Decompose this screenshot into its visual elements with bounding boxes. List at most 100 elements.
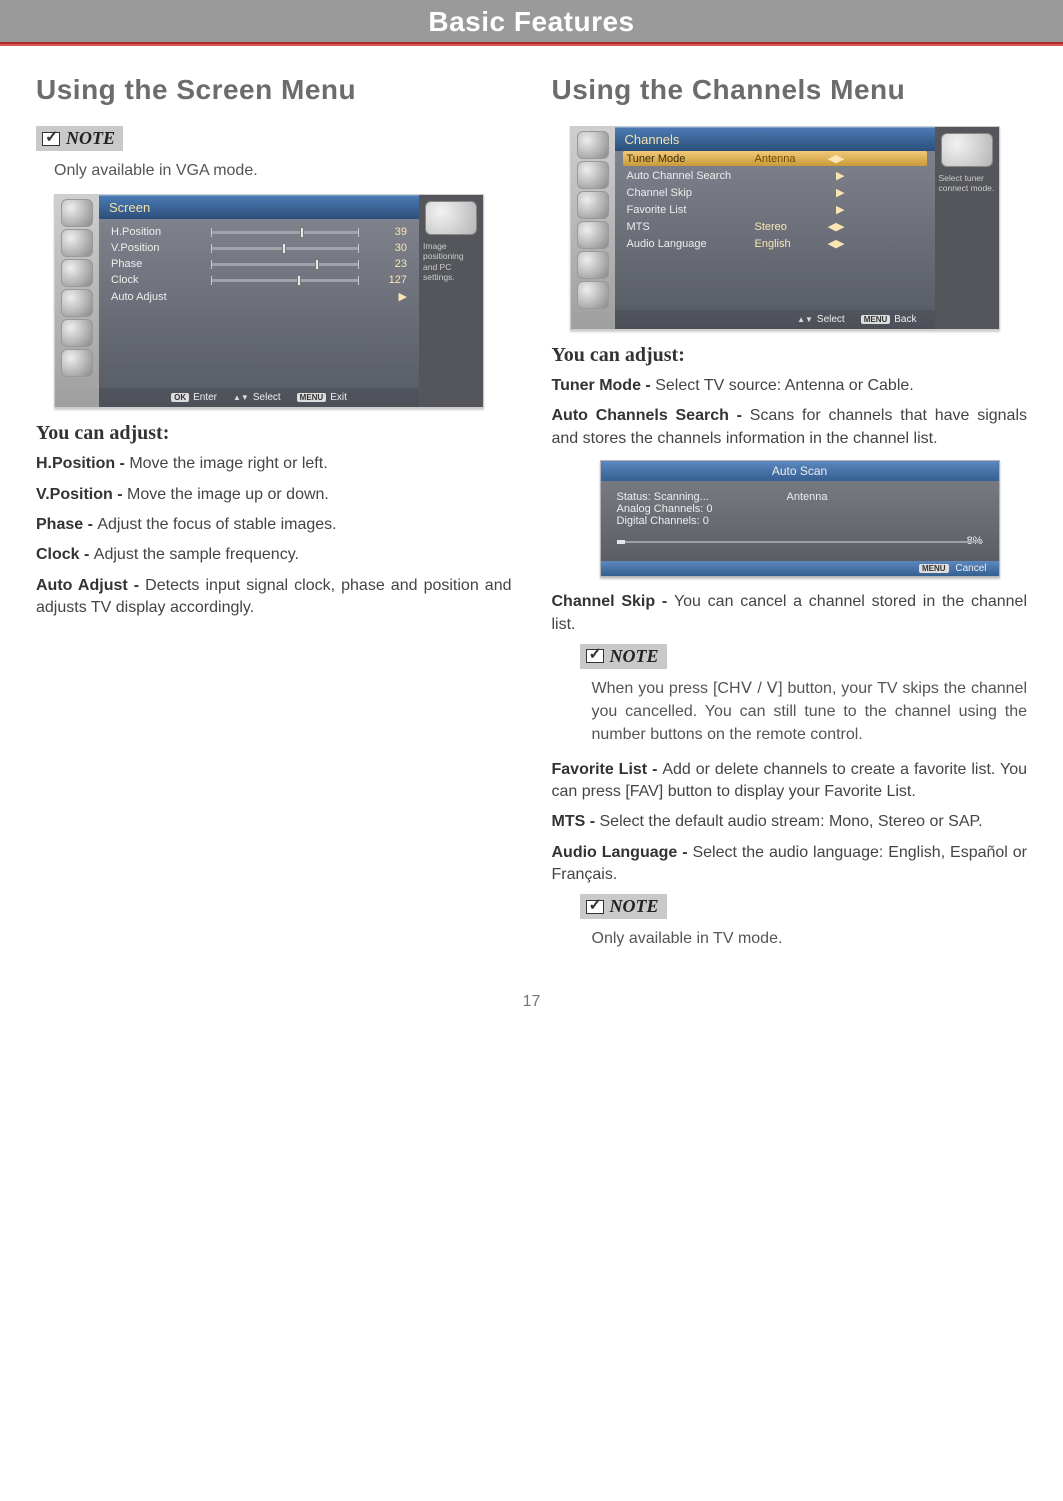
- footer-enter: Enter: [193, 392, 217, 403]
- osd-row-value: 39: [359, 226, 407, 238]
- osd-icon-strip: [571, 127, 615, 329]
- osd-nav-icon[interactable]: [577, 161, 609, 189]
- chevron-right-icon: ▶: [825, 203, 845, 216]
- osd-side-caption: Select tuner connect mode.: [939, 173, 995, 193]
- osd-row[interactable]: Auto Adjust ▶: [107, 289, 411, 304]
- check-icon: [42, 132, 60, 146]
- osd-nav-icon[interactable]: [577, 191, 609, 219]
- desc-item: MTS - Select the default audio stream: M…: [552, 811, 1028, 833]
- desc-item: Favorite List - Add or delete channels t…: [552, 759, 1028, 804]
- tv-illustration-icon: [941, 133, 993, 167]
- scan-progress-bar: [617, 541, 983, 543]
- osd-row[interactable]: MTS Stereo ◀▶: [623, 219, 927, 234]
- ok-key-icon: OK: [171, 393, 189, 402]
- note-label: NOTE: [610, 646, 659, 667]
- osd-nav-icon[interactable]: [61, 229, 93, 257]
- osd-row[interactable]: H.Position 39: [107, 225, 411, 239]
- scan-status: Status: Scanning...: [617, 491, 787, 503]
- menu-key-icon: MENU: [861, 315, 891, 324]
- desc-item: V.Position - Move the image up or down.: [36, 484, 512, 506]
- footer-exit: Exit: [330, 392, 347, 403]
- scan-cancel[interactable]: Cancel: [955, 563, 986, 574]
- osd-row-label: Tuner Mode: [627, 153, 755, 165]
- desc-item: Auto Adjust - Detects input signal clock…: [36, 575, 512, 620]
- osd-row[interactable]: Auto Channel Search ▶: [623, 168, 927, 183]
- note-tag: NOTE: [36, 126, 123, 151]
- osd-row-label: Clock: [111, 274, 211, 286]
- scan-digital: Digital Channels: 0: [617, 515, 709, 527]
- osd-side-panel: Select tuner connect mode.: [935, 127, 999, 329]
- osd-row-label: Audio Language: [627, 238, 755, 250]
- osd-row-label: Phase: [111, 258, 211, 270]
- note-body: Only available in TV mode.: [592, 927, 1028, 950]
- osd-row[interactable]: Favorite List ▶: [623, 202, 927, 217]
- osd-nav-icon[interactable]: [61, 319, 93, 347]
- osd-nav-icon[interactable]: [61, 289, 93, 317]
- osd-row-label: Auto Adjust: [111, 291, 211, 303]
- osd-row[interactable]: Phase 23: [107, 257, 411, 271]
- leftright-icon: ◀▶: [825, 220, 845, 233]
- desc-item: Audio Language - Select the audio langua…: [552, 842, 1028, 887]
- note-label: NOTE: [66, 128, 115, 149]
- osd-side-caption: Image positioning and PC settings.: [423, 241, 479, 282]
- osd-nav-icon[interactable]: [577, 251, 609, 279]
- chevron-right-icon: ▶: [825, 169, 845, 182]
- osd-row-value: 30: [359, 242, 407, 254]
- osd-row-tuner-mode[interactable]: Tuner Mode Antenna ◀▶: [623, 151, 927, 166]
- desc-item: Clock - Adjust the sample frequency.: [36, 544, 512, 566]
- osd-row-value: 127: [359, 274, 407, 286]
- osd-row[interactable]: Audio Language English ◀▶: [623, 236, 927, 251]
- osd-row-label: V.Position: [111, 242, 211, 254]
- osd-nav-icon[interactable]: [577, 221, 609, 249]
- footer-select: Select: [253, 392, 281, 403]
- osd-nav-icon[interactable]: [577, 131, 609, 159]
- osd-row-label: MTS: [627, 221, 755, 233]
- check-icon: [586, 900, 604, 914]
- slider[interactable]: [211, 279, 359, 282]
- leftright-icon: ◀▶: [825, 152, 845, 165]
- left-column: Using the Screen Menu NOTE Only availabl…: [36, 74, 512, 963]
- osd-row[interactable]: Clock 127: [107, 273, 411, 287]
- osd-nav-icon[interactable]: [577, 281, 609, 309]
- updown-icon: ▲▼: [233, 393, 249, 402]
- updown-icon: ▲▼: [797, 315, 813, 324]
- osd-title: Screen: [99, 195, 419, 219]
- desc-item: Tuner Mode - Select TV source: Antenna o…: [552, 375, 1028, 397]
- slider[interactable]: [211, 263, 359, 266]
- osd-row[interactable]: V.Position 30: [107, 241, 411, 255]
- osd-row[interactable]: Channel Skip ▶: [623, 185, 927, 200]
- note-body: When you press [CHⅤ / Ⅴ] button, your TV…: [592, 677, 1028, 747]
- osd-title: Channels: [615, 127, 935, 151]
- leftright-icon: ◀▶: [825, 237, 845, 250]
- osd-icon-strip: [55, 195, 99, 407]
- osd-row-label: H.Position: [111, 226, 211, 238]
- osd-row-value: Antenna: [755, 153, 825, 165]
- osd-channels: Channels Tuner Mode Antenna ◀▶ Auto Chan…: [570, 126, 1000, 330]
- page-header-title: Basic Features: [0, 6, 1063, 38]
- desc-item: Auto Channels Search - Scans for channel…: [552, 405, 1028, 450]
- page-number: 17: [36, 993, 1027, 1011]
- note-tag: NOTE: [580, 894, 667, 919]
- page-header: Basic Features: [0, 0, 1063, 42]
- osd-nav-icon[interactable]: [61, 259, 93, 287]
- osd-row-label: Channel Skip: [627, 187, 755, 199]
- desc-item: H.Position - Move the image right or lef…: [36, 453, 512, 475]
- desc-item: Channel Skip - You can cancel a channel …: [552, 591, 1028, 636]
- note-body: Only available in VGA mode.: [54, 159, 512, 182]
- osd-nav-icon[interactable]: [61, 199, 93, 227]
- osd-row-value: 23: [359, 258, 407, 270]
- footer-back: Back: [894, 314, 916, 325]
- note-tag: NOTE: [580, 644, 667, 669]
- osd-nav-icon[interactable]: [61, 349, 93, 377]
- osd-row-label: Auto Channel Search: [627, 170, 755, 182]
- chevron-right-icon: ▶: [825, 186, 845, 199]
- section-heading-screen: Using the Screen Menu: [36, 74, 512, 106]
- osd-row-value: English: [755, 238, 825, 250]
- scan-analog: Analog Channels: 0: [617, 503, 713, 515]
- adjust-heading: You can adjust:: [36, 422, 512, 445]
- menu-key-icon: MENU: [919, 564, 949, 573]
- auto-scan-dialog: Auto Scan Status: Scanning...Antenna Ana…: [600, 460, 1000, 577]
- slider[interactable]: [211, 231, 359, 234]
- scan-title: Auto Scan: [601, 461, 999, 481]
- slider[interactable]: [211, 247, 359, 250]
